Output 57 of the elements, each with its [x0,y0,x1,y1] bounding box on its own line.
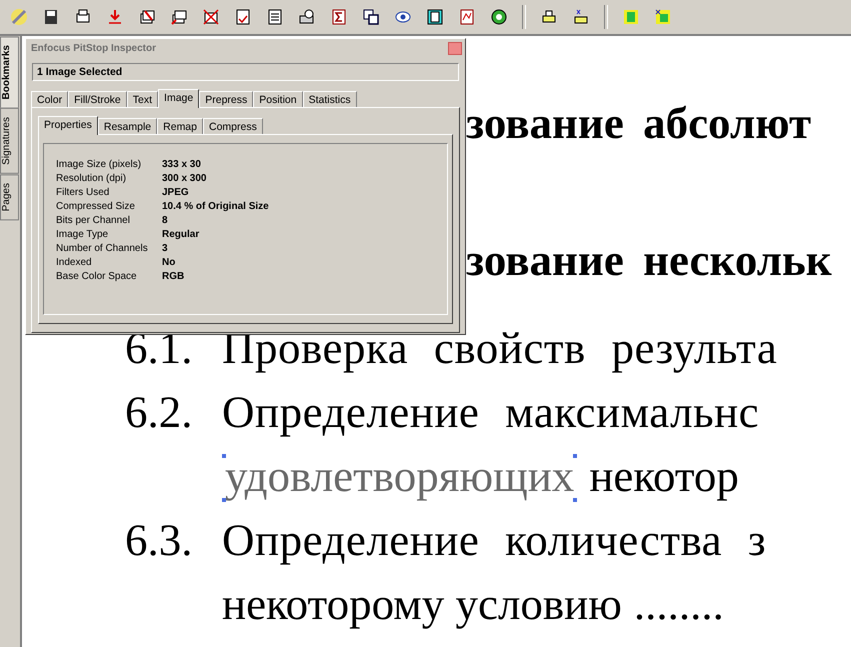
property-label: Compressed Size [56,200,136,213]
copies-icon[interactable] [362,8,380,26]
tab[interactable]: Fill/Stroke [68,91,127,107]
tab[interactable]: Remap [157,118,203,134]
item-text: некоторому условию [222,578,622,631]
sigma-icon[interactable] [330,8,348,26]
item-text: ........ [634,578,724,631]
tab[interactable]: Resample [98,118,158,134]
property-value: RGB [162,270,186,283]
selected-word: удовлетворяющих [222,444,578,508]
property-value: 333 x 30 [162,158,202,171]
heading-text: зование нескольк [466,234,832,287]
item-text: Проверка свойств результа [222,322,778,375]
item-number: 6.1. [125,322,194,375]
tab[interactable]: Position [253,91,303,107]
panel-title: Enfocus PitStop Inspector [30,42,156,54]
property-label: Indexed [56,256,93,269]
tab[interactable]: Prepress [199,91,254,107]
selection-status: 1 Image Selected [32,63,459,81]
property-value: No [162,256,176,269]
tab[interactable]: Color [31,91,68,107]
property-label: Image Size (pixels) [56,158,142,171]
tab[interactable]: Image [158,89,200,108]
item-number: 6.2. [125,386,194,439]
item-text: Определение максимальнс [222,386,760,439]
item-number: 6.3. [125,514,194,567]
spellcheck-icon[interactable] [234,8,252,26]
property-label: Bits per Channel [56,214,131,227]
property-value: 3 [162,242,169,255]
property-value: JPEG [162,186,190,199]
side-tab[interactable]: Signatures [0,108,19,174]
property-label: Filters Used [56,186,110,199]
heading-text: зование абсолют [466,97,812,150]
property-label: Base Color Space [56,270,138,283]
property-label: Resolution (dpi) [56,172,128,185]
property-label: Image Type [56,228,110,241]
side-tab[interactable]: Bookmarks [0,36,19,108]
item-text: Определение количества з [222,514,766,567]
tab[interactable]: Text [126,91,158,107]
printer-icon[interactable] [572,8,590,26]
save-icon[interactable] [42,8,60,26]
image-icon[interactable] [654,8,672,26]
close-button[interactable] [448,42,462,54]
property-value: Regular [162,228,200,241]
tab[interactable]: Properties [38,116,98,135]
tab[interactable]: Compress [203,118,263,134]
side-tab[interactable]: Pages [0,174,19,221]
property-value: 10.4 % of Original Size [162,200,270,213]
tab[interactable]: Statistics [302,91,357,107]
property-value: 300 x 300 [162,172,208,185]
item-text: некотор [589,450,739,503]
chart-icon[interactable] [458,8,476,26]
document-icon[interactable] [266,8,284,26]
document-icon[interactable] [426,8,444,26]
property-label: Number of Channels [56,242,149,255]
download-icon[interactable] [106,8,124,26]
property-value: 8 [162,214,169,227]
